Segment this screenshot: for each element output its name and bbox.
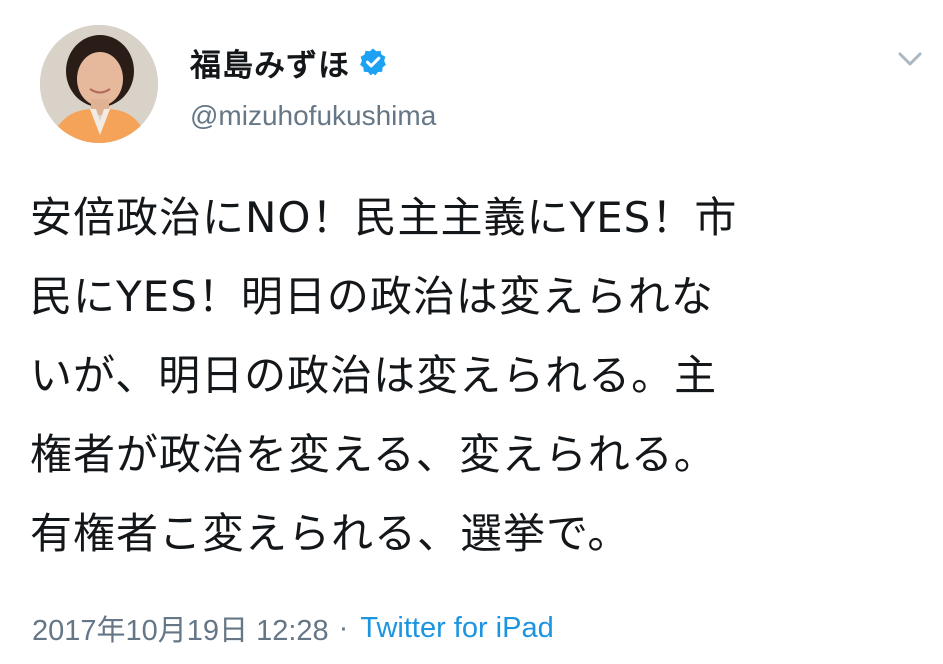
chevron-down-icon[interactable] bbox=[895, 47, 925, 71]
tweet-metadata: 2017年10月19日 12:28 · Twitter for iPad bbox=[32, 607, 554, 649]
source-link[interactable]: Twitter for iPad bbox=[360, 612, 553, 645]
display-name-row[interactable]: 福島みずほ bbox=[190, 38, 388, 86]
metadata-separator: · bbox=[338, 611, 349, 644]
tweet-text-line: いが、明日の政治は変えられる。主 bbox=[30, 351, 718, 400]
avatar-image bbox=[40, 25, 158, 143]
avatar[interactable] bbox=[40, 25, 158, 143]
user-handle[interactable]: @mizuhofukushima bbox=[190, 100, 436, 132]
tweet-text-line: 安倍政治にNO！民主主義にYES！市 bbox=[30, 193, 738, 242]
display-name[interactable]: 福島みずほ bbox=[190, 40, 350, 85]
tweet-text: 安倍政治にNO！民主主義にYES！市 民にYES！明日の政治は変えられな いが、… bbox=[30, 178, 910, 573]
verified-badge-icon bbox=[358, 47, 388, 77]
tweet-text-line: 権者が政治を変える、変えられる。 bbox=[30, 430, 717, 479]
tweet-text-line: 民にYES！明日の政治は変えられな bbox=[30, 272, 714, 321]
tweet-text-line: 有権者こ変えられる、選挙で。 bbox=[30, 509, 631, 558]
timestamp[interactable]: 2017年10月19日 12:28 bbox=[32, 607, 329, 649]
tweet-card: 福島みずほ @mizuhofukushima 安倍政治にNO！民主主義にYES！… bbox=[0, 0, 943, 664]
